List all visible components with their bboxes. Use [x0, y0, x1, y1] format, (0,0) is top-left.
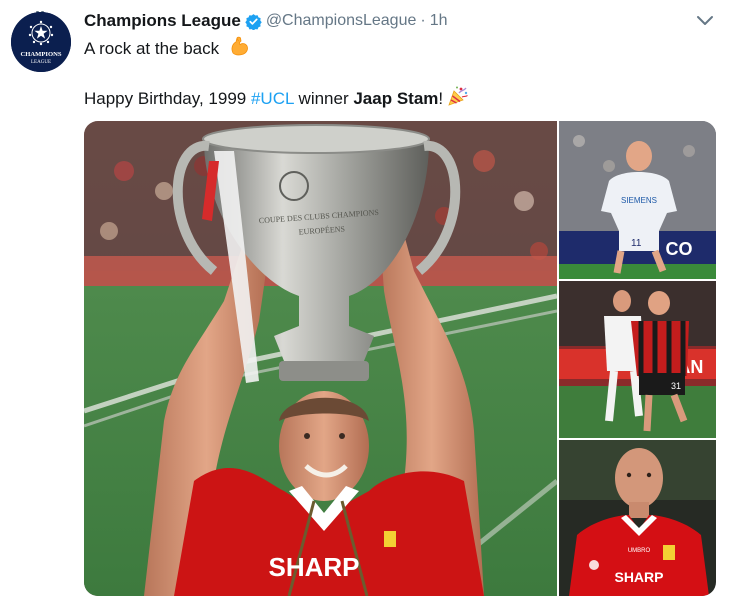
- media-grid: COUPE DES CLUBS CHAMPIONS EUROPÉENS SHAR…: [84, 121, 716, 596]
- tweet-text-suffix: !: [438, 89, 444, 108]
- verified-badge-icon: [245, 13, 262, 30]
- profile-avatar[interactable]: CHAMPIONS LEAGUE: [11, 12, 71, 72]
- photo-main-trophy-lift[interactable]: COUPE DES CLUBS CHAMPIONS EUROPÉENS SHAR…: [84, 121, 557, 596]
- logo-text-line2: LEAGUE: [31, 60, 51, 65]
- tweet-text-line2: Happy Birthday, 1999 #UCL winner Jaap St…: [84, 85, 469, 110]
- user-handle[interactable]: @ChampionsLeague: [266, 12, 417, 30]
- photo-side-lazio[interactable]: CO SIEMENS 11: [559, 121, 716, 279]
- tweet-text-line1: A rock at the back: [84, 35, 250, 60]
- tweet-text-middle: winner: [293, 89, 354, 108]
- tweet-card[interactable]: CHAMPIONS LEAGUE Champions League @Champ…: [0, 0, 736, 601]
- flexed-biceps-emoji: [231, 36, 248, 56]
- player-name: Jaap Stam: [353, 89, 439, 108]
- s1-board-text: CO: [666, 239, 693, 259]
- party-popper-emoji: [448, 86, 469, 106]
- photo-side-portrait[interactable]: UMBRO SHARP: [559, 440, 716, 596]
- chevron-down-icon[interactable]: [696, 14, 714, 28]
- tweet-text: A rock at the back: [84, 39, 220, 58]
- s3-shirt-brand: UMBRO: [628, 548, 651, 554]
- hashtag-link[interactable]: #UCL: [251, 89, 294, 108]
- s1-shirt-sponsor: SIEMENS: [621, 196, 657, 205]
- s1-shirt-number: 11: [631, 238, 642, 249]
- tweet-header: Champions League @ChampionsLeague · 1h: [84, 9, 448, 33]
- tweet-text-prefix: Happy Birthday, 1999: [84, 89, 251, 108]
- s3-shirt-sponsor: SHARP: [614, 569, 663, 585]
- s2-shirt-number: 31: [671, 381, 681, 391]
- header-separator: ·: [420, 12, 426, 29]
- main-shirt-sponsor: SHARP: [268, 552, 359, 582]
- photo-side-milan[interactable]: SPAN 31: [559, 281, 716, 438]
- champions-league-logo-icon: CHAMPIONS LEAGUE: [11, 12, 71, 72]
- logo-text-line1: CHAMPIONS: [20, 51, 61, 58]
- previous-tweet-fragment: [36, 0, 48, 13]
- tweet-timestamp[interactable]: 1h: [430, 12, 448, 30]
- display-name[interactable]: Champions League: [84, 11, 241, 31]
